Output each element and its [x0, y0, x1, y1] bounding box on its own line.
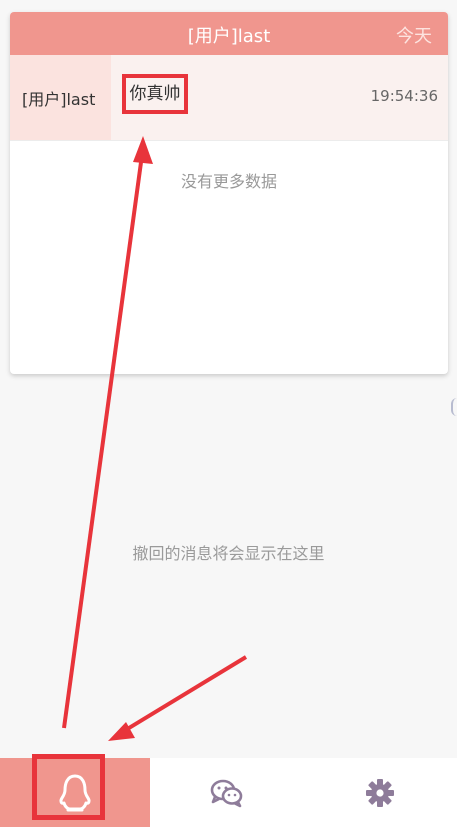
side-drawer-handle[interactable]: [451, 398, 457, 416]
recalled-messages-card: [用户]last 今天 [用户]last 你真帅 19:54:36 没有更多数据: [10, 12, 448, 374]
tab-settings[interactable]: [303, 758, 457, 827]
card-title: [用户]last: [187, 26, 271, 47]
message-content: 你真帅: [122, 74, 188, 114]
empty-hint-text: 撤回的消息将会显示在这里: [132, 544, 325, 563]
card-header: [用户]last 今天: [10, 12, 448, 55]
message-sender: [用户]last: [22, 90, 96, 109]
gear-icon: [366, 778, 394, 807]
tab-highlight-box: [32, 754, 105, 820]
no-more-data-text: 没有更多数据: [180, 172, 277, 191]
card-date-label: 今天: [396, 26, 432, 47]
tab-wechat[interactable]: [150, 758, 303, 827]
message-row[interactable]: [用户]last 你真帅 19:54:36: [10, 55, 448, 141]
message-time: 19:54:36: [370, 87, 438, 105]
wechat-icon: [210, 779, 242, 807]
message-sender-cell: [用户]last: [10, 55, 111, 140]
